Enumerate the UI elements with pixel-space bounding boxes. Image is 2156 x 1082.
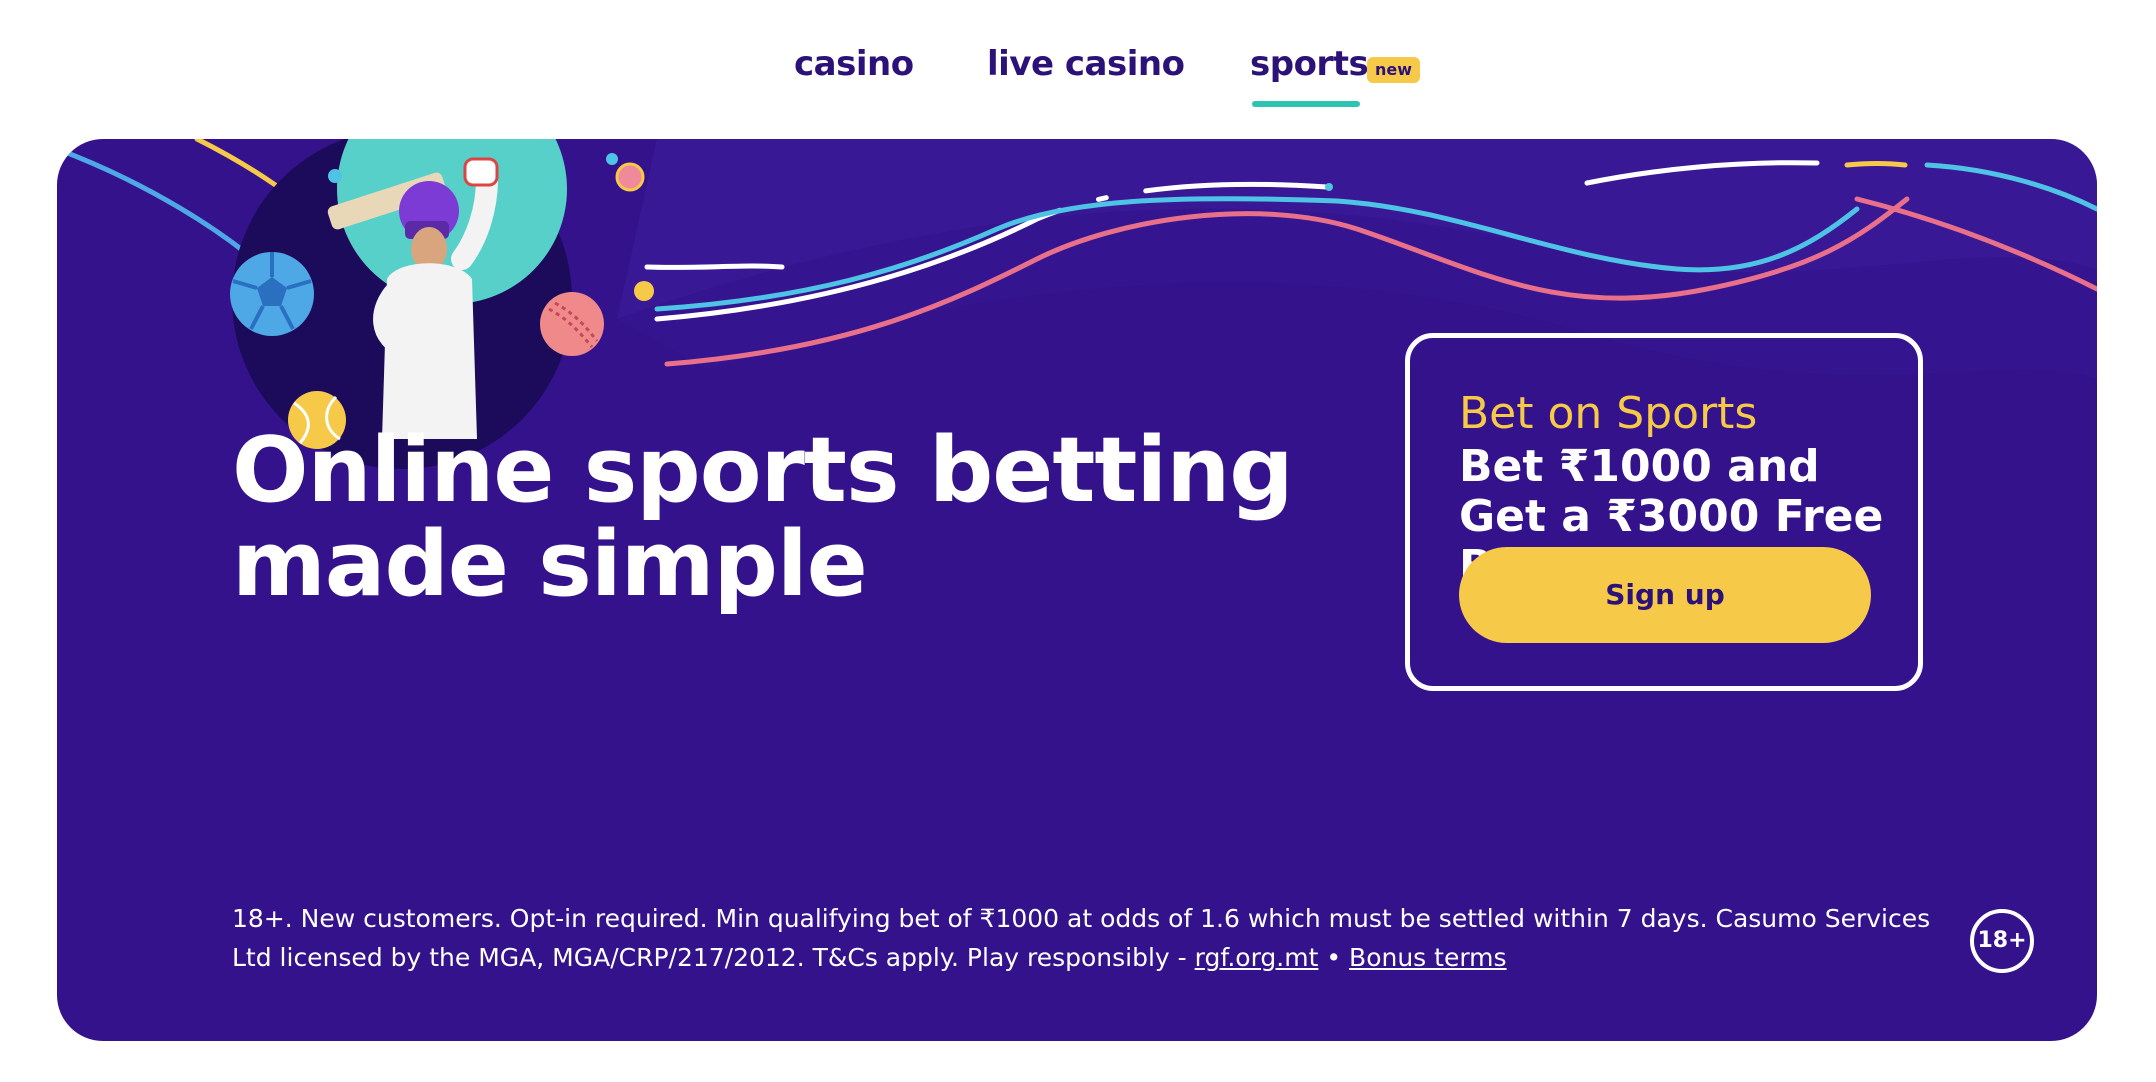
nav-tab-sports[interactable]: sports [1250,44,1369,84]
bonus-terms-link[interactable]: Bonus terms [1349,943,1507,972]
terms-text: 18+. New customers. Opt-in required. Min… [232,899,1972,977]
cricket-ball-icon [540,292,604,356]
nav-tab-live-casino[interactable]: live casino [987,44,1185,84]
terms-separator: • [1318,943,1350,972]
new-badge: new [1367,57,1421,83]
sign-up-button[interactable]: Sign up [1459,547,1871,643]
promo-box: Bet on Sports Bet ₹1000 and Get a ₹3000 … [1405,333,1923,691]
rgf-link[interactable]: rgf.org.mt [1195,943,1319,972]
promo-kicker: Bet on Sports [1459,388,1758,439]
hero-headline: Online sports betting made simple [232,424,1332,612]
terms-body: 18+. New customers. Opt-in required. Min… [232,904,1931,972]
headline-line-1: Online sports betting [232,418,1294,523]
active-tab-indicator [1252,101,1360,107]
headline-line-2: made simple [232,512,868,617]
age-restriction-badge: 18+ [1970,909,2034,973]
nav-tab-casino[interactable]: casino [794,44,914,84]
hero-banner: Online sports betting made simple Bet on… [57,139,2097,1041]
top-navigation: casino live casino sports new [0,0,2156,130]
